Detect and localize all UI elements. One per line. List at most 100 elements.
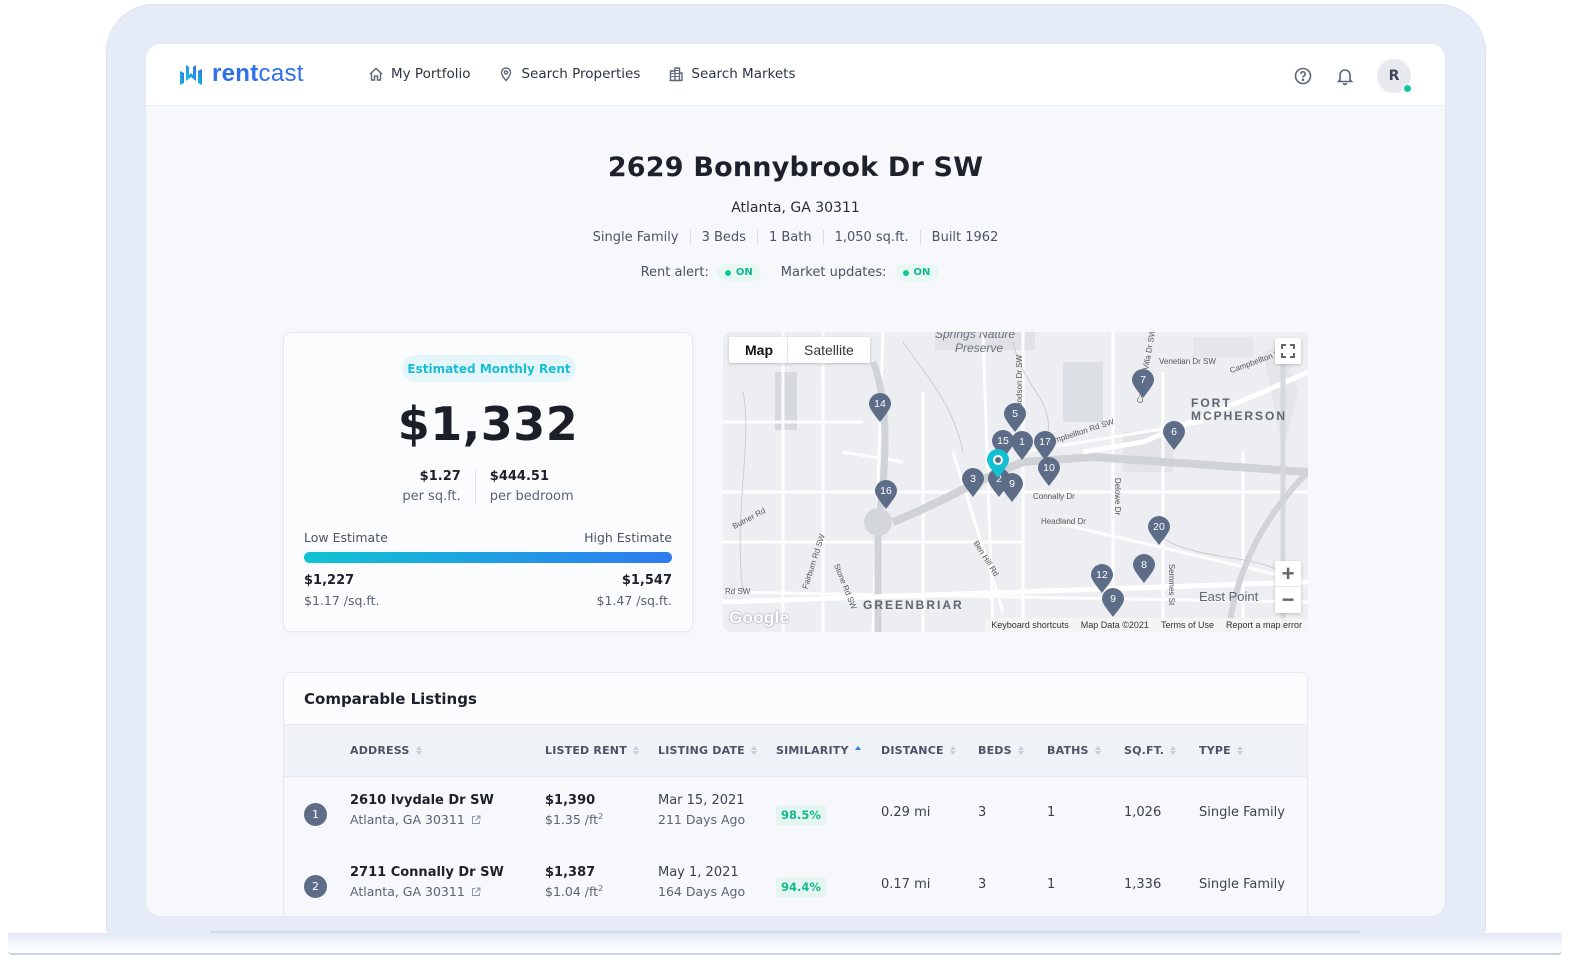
map-pin-14[interactable]: 14 — [868, 393, 892, 423]
nav-search-properties[interactable]: Search Properties — [498, 66, 640, 82]
map-pin-20[interactable]: 20 — [1147, 516, 1171, 546]
cell-address: 2610 Ivydale Dr SW Atlanta, GA 30311 — [350, 793, 494, 827]
map-attribution: Keyboard shortcuts Map Data ©2021 Terms … — [985, 618, 1308, 632]
map-label-headland: Headland Dr — [1041, 517, 1086, 526]
pin-number: 15 — [997, 435, 1009, 447]
map-pin-icon — [501, 67, 512, 82]
map-pin-10[interactable]: 10 — [1037, 457, 1061, 487]
logo-text: rentcast — [212, 60, 304, 87]
listing-date: May 1, 2021 — [658, 865, 739, 880]
listing-address[interactable]: 2610 Ivydale Dr SW — [350, 793, 494, 808]
estimated-rent-amount: $1,332 — [397, 397, 579, 451]
external-link-icon[interactable] — [471, 887, 481, 897]
subject-property-pin[interactable] — [986, 449, 1010, 479]
pin-number: 20 — [1153, 521, 1165, 533]
property-facts: Single Family 3 Beds 1 Bath 1,050 sq.ft.… — [146, 230, 1445, 245]
comparables-map[interactable]: Springs Nature Preserve Venetian Dr SW C… — [723, 332, 1308, 632]
similarity-badge: 94.4% — [776, 877, 826, 897]
column-sqft[interactable]: SQ.FT. — [1124, 744, 1177, 757]
sort-icon — [750, 746, 757, 755]
comparable-listings-title: Comparable Listings — [284, 673, 1307, 725]
buildings-icon — [669, 67, 684, 82]
map-pin-6[interactable]: 6 — [1162, 421, 1186, 451]
column-beds[interactable]: BEDS — [978, 744, 1024, 757]
map-pin-7[interactable]: 7 — [1131, 369, 1155, 399]
map-pin-16[interactable]: 16 — [874, 480, 898, 510]
listing-city: Atlanta, GA 30311 — [350, 884, 504, 899]
cell-sqft: 1,336 — [1124, 877, 1162, 892]
listed-rent: $1,390 — [545, 793, 596, 808]
map-label-springs: Springs Nature — [935, 332, 1016, 341]
top-navigation-bar: rentcast My Portfolio Search Properties … — [146, 44, 1445, 106]
column-listed-rent[interactable]: LISTED RENT — [545, 744, 639, 757]
fullscreen-button[interactable] — [1275, 338, 1301, 364]
fact-built: Built 1962 — [919, 230, 1010, 245]
map-label-semmes: Semmes St — [1167, 563, 1177, 606]
column-baths[interactable]: BATHS — [1047, 744, 1101, 757]
pin-number: 9 — [1009, 478, 1015, 490]
nav-label: My Portfolio — [391, 66, 471, 82]
map-type-satellite-button[interactable]: Satellite — [788, 337, 870, 363]
map-type-map-button[interactable]: Map — [729, 337, 788, 363]
map-label-fort: FORT — [1191, 396, 1232, 410]
cell-similarity: 94.4% — [776, 877, 826, 897]
help-button[interactable] — [1293, 66, 1313, 86]
map-pin-3[interactable]: 3 — [961, 468, 985, 498]
nav-label: Search Markets — [691, 66, 796, 82]
zoom-out-button[interactable]: − — [1275, 587, 1301, 613]
rent-per-ft: $1.04 /ft2 — [545, 884, 604, 900]
rent-alert-label: Rent alert: — [640, 265, 709, 280]
nav-search-markets[interactable]: Search Markets — [668, 66, 796, 82]
cell-address: 2711 Connally Dr SW Atlanta, GA 30311 — [350, 865, 504, 899]
laptop-base — [8, 933, 1562, 955]
rent-per-ft: $1.35 /ft2 — [545, 812, 604, 828]
map-label-connally: Connally Dr — [1033, 492, 1075, 501]
map-pin-9b[interactable]: 9 — [1101, 588, 1125, 618]
pin-number: 3 — [970, 473, 976, 485]
low-estimate: $1,227 $1.17 /sq.ft. — [304, 573, 379, 608]
high-estimate-value: $1,547 — [621, 573, 672, 588]
pin-number: 9 — [1110, 593, 1116, 605]
toggle-state: ON — [735, 267, 753, 278]
main-nav: My Portfolio Search Properties Search Ma… — [368, 66, 796, 82]
fact-baths: 1 Bath — [756, 230, 823, 245]
column-listing-date[interactable]: LISTING DATE — [658, 744, 757, 757]
rentcast-logo[interactable]: rentcast — [178, 61, 304, 87]
column-similarity[interactable]: SIMILARITY — [776, 744, 861, 757]
listing-address[interactable]: 2711 Connally Dr SW — [350, 865, 504, 880]
external-link-icon[interactable] — [471, 815, 481, 825]
zoom-in-button[interactable]: + — [1275, 561, 1301, 587]
pin-number: 10 — [1043, 462, 1055, 474]
sort-icon — [949, 746, 956, 755]
low-estimate-value: $1,227 — [304, 573, 355, 588]
map-label-greenbriar: GREENBRIAR — [863, 598, 964, 612]
pin-number: 6 — [1171, 426, 1177, 438]
cell-beds: 3 — [978, 877, 987, 892]
listed-rent: $1,387 — [545, 865, 596, 880]
user-avatar[interactable]: R — [1377, 59, 1412, 93]
map-pin-5[interactable]: 5 — [1003, 403, 1027, 433]
nav-my-portfolio[interactable]: My Portfolio — [368, 66, 470, 82]
listing-city: Atlanta, GA 30311 — [350, 812, 494, 827]
comparable-listings-panel: Comparable Listings ADDRESS LISTED RENT … — [283, 672, 1308, 916]
report-map-error-link[interactable]: Report a map error — [1226, 620, 1302, 630]
rank-badge: 2 — [304, 875, 327, 898]
map-label-delowe: Delowe Dr — [1113, 477, 1123, 516]
column-type[interactable]: TYPE — [1199, 744, 1243, 757]
table-row[interactable]: 2 2711 Connally Dr SW Atlanta, GA 30311 … — [284, 849, 1307, 916]
cell-type: Single Family — [1199, 877, 1285, 892]
terms-of-use-link[interactable]: Terms of Use — [1161, 620, 1214, 630]
column-distance[interactable]: DISTANCE — [881, 744, 956, 757]
notifications-button[interactable] — [1335, 66, 1355, 86]
cell-sqft: 1,026 — [1124, 805, 1162, 820]
market-updates-toggle[interactable]: ON — [894, 264, 939, 281]
map-label-dodson: Dodson Dr SW — [1015, 354, 1025, 409]
rent-alert-toggle[interactable]: ON — [716, 264, 761, 281]
cell-baths: 1 — [1047, 877, 1056, 892]
table-row[interactable]: 1 2610 Ivydale Dr SW Atlanta, GA 30311 $… — [284, 777, 1307, 849]
map-pin-8[interactable]: 8 — [1132, 554, 1156, 584]
home-icon — [369, 67, 383, 81]
keyboard-shortcuts-link[interactable]: Keyboard shortcuts — [991, 620, 1069, 630]
column-address[interactable]: ADDRESS — [350, 744, 422, 757]
sort-icon — [415, 746, 422, 755]
